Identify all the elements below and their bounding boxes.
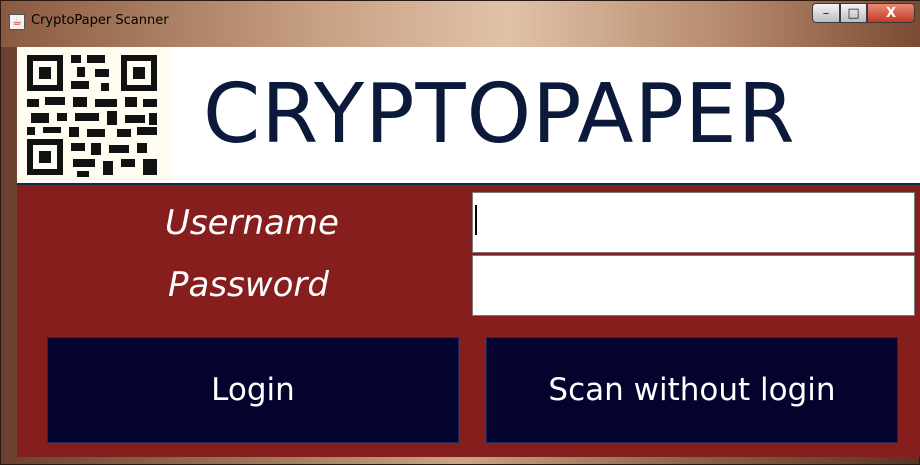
window-controls: – □ X: [812, 3, 915, 25]
title-bar: ☕ CryptoPaper Scanner – □ X: [1, 1, 920, 47]
text-caret: [475, 205, 477, 235]
password-field[interactable]: [472, 255, 915, 316]
qr-code-icon: [17, 47, 171, 183]
minimize-button[interactable]: –: [812, 3, 840, 23]
logo-banner: CRYPTOPAPER: [17, 47, 920, 185]
login-panel: Username Password Login Scan without log…: [17, 185, 920, 457]
close-button[interactable]: X: [867, 3, 915, 23]
username-field[interactable]: [472, 192, 915, 253]
logo-text: CRYPTOPAPER: [203, 67, 796, 162]
scan-without-login-button[interactable]: Scan without login: [486, 337, 898, 443]
app-window: ☕ CryptoPaper Scanner – □ X CRYPTOPAPER …: [0, 0, 920, 465]
username-label: Username: [165, 203, 339, 243]
java-icon: ☕: [9, 14, 25, 30]
maximize-button[interactable]: □: [840, 3, 867, 23]
password-label: Password: [168, 265, 329, 305]
login-button[interactable]: Login: [47, 337, 459, 443]
window-title: CryptoPaper Scanner: [31, 13, 169, 28]
